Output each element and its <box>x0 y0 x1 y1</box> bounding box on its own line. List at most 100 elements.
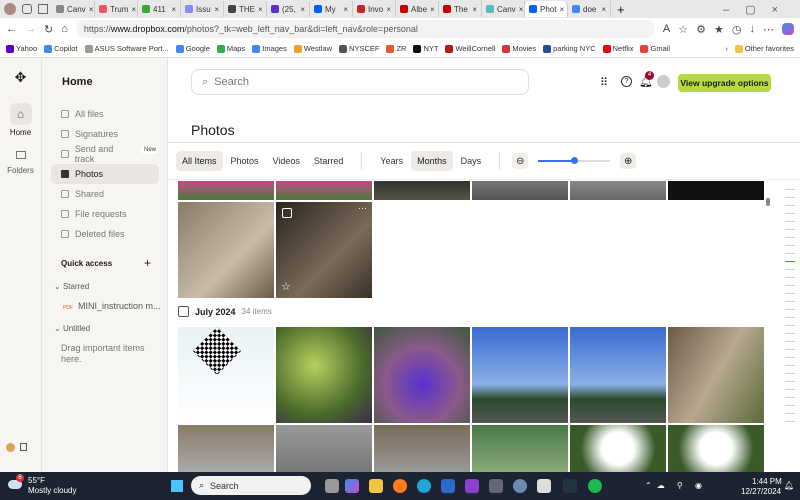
timeline-tick[interactable] <box>785 325 795 326</box>
bookmark[interactable]: Google <box>175 44 210 53</box>
notification-icon[interactable]: 🔔︎ <box>784 481 794 490</box>
browser-tab[interactable]: Canv × <box>52 1 95 17</box>
start-button[interactable] <box>171 480 183 492</box>
period-years[interactable]: Years <box>374 151 409 171</box>
dropbox-logo[interactable]: ✥ <box>13 70 29 84</box>
timeline-tick[interactable] <box>785 237 795 238</box>
timeline-tick[interactable] <box>785 277 795 278</box>
period-days[interactable]: Days <box>455 151 488 171</box>
add-quick-access-button[interactable]: + <box>144 256 151 270</box>
timeline-tick[interactable] <box>785 221 795 222</box>
spotify-icon[interactable] <box>588 479 602 493</box>
photo-thumbnail[interactable] <box>276 181 372 200</box>
browser-tab[interactable]: My × <box>310 1 353 17</box>
star-icon[interactable]: ☆ <box>281 280 291 293</box>
photo-thumbnail[interactable] <box>178 425 274 472</box>
browser-tab[interactable]: Phot × <box>525 1 568 17</box>
kindle-icon[interactable] <box>563 479 577 493</box>
photo-thumbnail[interactable] <box>178 202 274 298</box>
copilot-app-icon[interactable] <box>345 479 359 493</box>
bookmark[interactable]: ASUS Software Port... <box>84 44 169 53</box>
taskbar-search[interactable]: ⌕ Search <box>191 476 311 495</box>
timeline-tick[interactable] <box>785 341 795 342</box>
refresh-icon[interactable]: ↻ <box>44 23 53 36</box>
photo-thumbnail[interactable] <box>570 327 666 423</box>
task-view-icon[interactable] <box>325 479 339 493</box>
timeline-tick[interactable] <box>785 333 795 334</box>
timeline-tick[interactable] <box>785 389 795 390</box>
photo-thumbnail[interactable] <box>472 181 568 200</box>
rail-home-label[interactable]: Home <box>0 128 41 137</box>
period-months[interactable]: Months <box>411 151 453 171</box>
photo-more-icon[interactable]: ⋯ <box>358 203 367 214</box>
settings-icon[interactable] <box>513 479 527 493</box>
browser-tab[interactable]: Invo × <box>353 1 396 17</box>
starred-file[interactable]: PDF MINI_instruction m... <box>63 301 161 311</box>
photo-thumbnail[interactable] <box>178 181 274 200</box>
zoom-slider-knob[interactable] <box>571 157 579 164</box>
filter-photos[interactable]: Photos <box>225 151 265 171</box>
photo-thumbnail[interactable] <box>374 425 470 472</box>
timeline-tick[interactable] <box>785 205 795 206</box>
bookmark[interactable]: parking NYC <box>543 44 596 53</box>
sidebar-item-deleted-files[interactable]: Deleted files <box>51 224 159 244</box>
browser-tab[interactable]: Trum × <box>95 1 138 17</box>
tab-actions-icon[interactable] <box>38 4 48 14</box>
url-bar[interactable]: https://www.dropbox.com/photos?_tk=web_l… <box>75 20 655 38</box>
sidebar-item-signatures[interactable]: Signatures <box>51 124 159 144</box>
close-tab-icon[interactable]: × <box>430 5 435 14</box>
bookmark[interactable]: NYSCEF <box>339 44 379 53</box>
timeline-tick[interactable] <box>785 413 795 414</box>
history-icon[interactable]: ◷ <box>732 23 742 36</box>
select-month-checkbox[interactable] <box>178 306 189 317</box>
close-tab-icon[interactable]: × <box>559 5 564 14</box>
timeline-tick[interactable] <box>785 397 795 398</box>
system-tray[interactable]: ⌃☁ ⚲ ◉ <box>645 481 707 490</box>
filter-videos[interactable]: Videos <box>267 151 306 171</box>
browser-tab[interactable]: Issu × <box>181 1 224 17</box>
view-upgrade-options-button[interactable]: View upgrade options <box>678 74 771 92</box>
photo-thumbnail[interactable] <box>668 327 764 423</box>
timeline-tick[interactable] <box>785 373 795 374</box>
new-tab-button[interactable]: + <box>617 2 625 17</box>
photo-thumbnail[interactable] <box>668 425 764 472</box>
timeline-tick[interactable] <box>785 349 795 350</box>
browser-tab[interactable]: 411 × <box>138 1 181 17</box>
bookmark[interactable]: Copilot <box>44 44 78 53</box>
photo-thumbnail[interactable] <box>570 425 666 472</box>
browser-tab[interactable]: doe × <box>568 1 611 17</box>
sidebar-item-shared[interactable]: Shared <box>51 184 159 204</box>
account-avatar[interactable] <box>657 75 670 88</box>
rail-home[interactable]: ⌂ <box>9 103 32 125</box>
bookmark[interactable]: WeillCornell <box>445 44 495 53</box>
timeline-tick[interactable] <box>785 197 795 198</box>
edge-icon[interactable] <box>417 479 431 493</box>
zoom-in-button[interactable]: ⊕ <box>620 153 637 169</box>
photo-thumbnail[interactable] <box>374 181 470 200</box>
browser-tab[interactable]: The × <box>439 1 482 17</box>
extensions-icon[interactable]: ⚙ <box>696 23 706 36</box>
timeline-tick[interactable] <box>785 285 795 286</box>
more-bookmarks-chevron-icon[interactable]: › <box>725 44 728 53</box>
browser-tab[interactable]: (25, × <box>267 1 310 17</box>
timeline-tick[interactable] <box>785 421 795 422</box>
more-icon[interactable]: ⋯ <box>763 23 774 36</box>
bookmark[interactable]: Maps <box>216 44 245 53</box>
zoom-out-button[interactable]: ⊖ <box>512 153 529 169</box>
timeline-tick[interactable] <box>785 309 795 310</box>
timeline-tick[interactable] <box>785 245 795 246</box>
search-input[interactable]: ⌕ Search <box>191 69 529 95</box>
sidebar-item-file-requests[interactable]: File requests <box>51 204 159 224</box>
other-favorites[interactable]: Other favorites <box>734 44 794 53</box>
bookmark[interactable]: Gmail <box>640 44 670 53</box>
close-tab-icon[interactable]: × <box>300 5 305 14</box>
close-tab-icon[interactable]: × <box>214 5 219 14</box>
filter-all-items[interactable]: All Items <box>176 151 223 171</box>
timeline-scrubber[interactable] <box>780 182 800 422</box>
starred-section[interactable]: ⌄ Starred <box>54 282 89 291</box>
bookmark[interactable]: Movies <box>502 44 536 53</box>
file-explorer-icon[interactable] <box>369 479 383 493</box>
cookie-icon[interactable] <box>6 443 15 452</box>
apps-grid-icon[interactable]: ⠿ <box>600 76 608 89</box>
close-tab-icon[interactable]: × <box>171 5 176 14</box>
